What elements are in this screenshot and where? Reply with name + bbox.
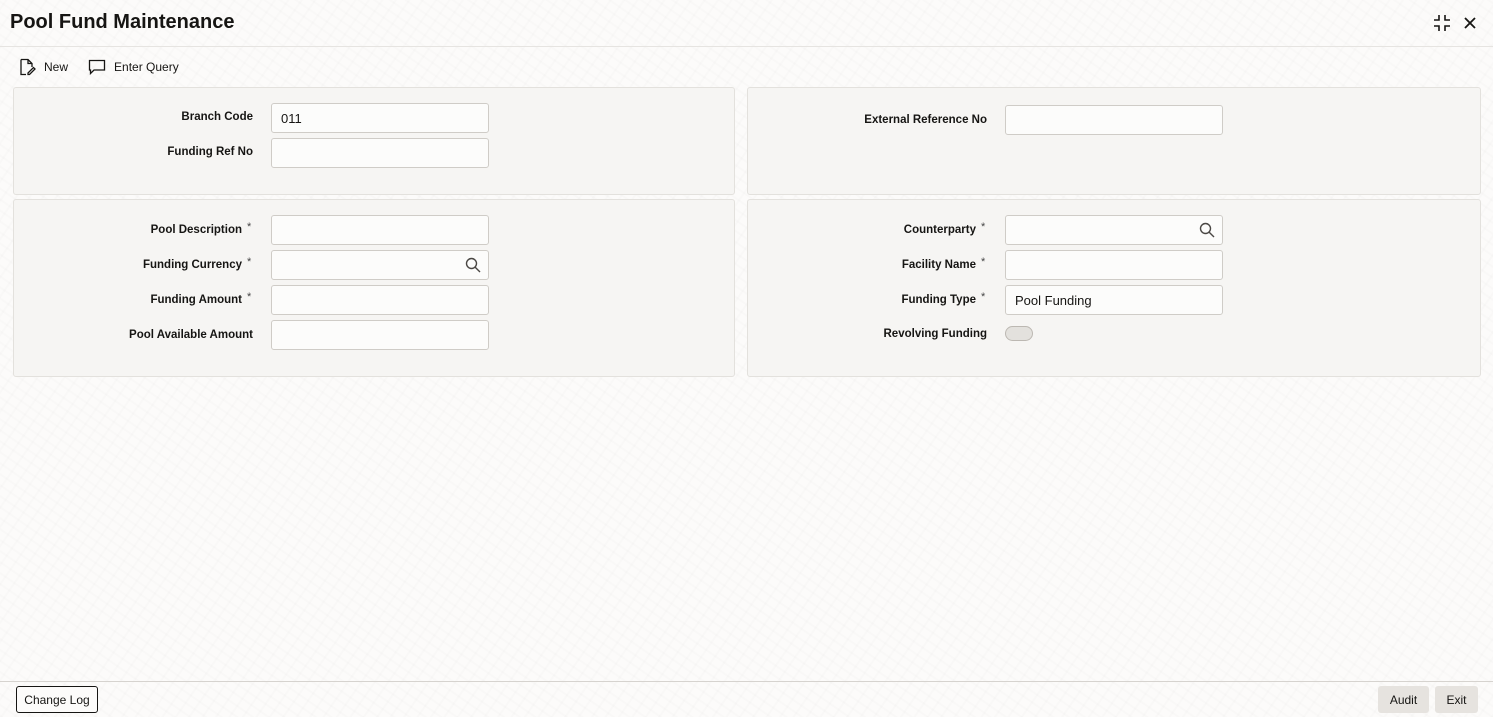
branch-code-field[interactable]: 011 — [271, 103, 489, 133]
details-panel-right: Counterparty * Facility Name * Funding T… — [747, 199, 1481, 377]
enter-query-button[interactable]: Enter Query — [80, 55, 187, 79]
required-marker: * — [247, 291, 252, 303]
footer-bar: Change Log Audit Exit — [0, 681, 1493, 717]
funding-type-label: Funding Type — [901, 294, 976, 306]
new-button-label: New — [44, 60, 69, 74]
counterparty-label: Counterparty — [903, 224, 976, 236]
funding-amount-label: Funding Amount — [150, 294, 242, 306]
funding-currency-label: Funding Currency — [142, 259, 242, 271]
exit-button-label: Exit — [1446, 692, 1467, 707]
required-marker: * — [247, 221, 252, 233]
toolbar: New Enter Query — [10, 55, 187, 79]
funding-type-field[interactable]: Pool Funding — [1005, 285, 1223, 315]
funding-amount-field[interactable] — [271, 285, 489, 315]
required-marker: * — [981, 291, 986, 303]
external-reference-no-label: External Reference No — [864, 114, 987, 126]
details-panel-left: Pool Description * Funding Currency * Fu… — [13, 199, 735, 377]
audit-button[interactable]: Audit — [1378, 686, 1429, 713]
facility-name-field[interactable] — [1005, 250, 1223, 280]
funding-type-value: Pool Funding — [1015, 292, 1092, 308]
close-icon[interactable] — [1459, 12, 1481, 34]
funding-currency-field[interactable] — [271, 250, 489, 280]
funding-ref-no-field[interactable] — [271, 138, 489, 168]
required-marker: * — [247, 256, 252, 268]
revolving-funding-toggle[interactable] — [1005, 326, 1033, 341]
required-marker: * — [981, 221, 986, 233]
new-button[interactable]: New — [10, 55, 76, 79]
header-panel-left: Branch Code 011 Funding Ref No — [13, 87, 735, 195]
header-panel-right: External Reference No — [747, 87, 1481, 195]
audit-button-label: Audit — [1389, 692, 1418, 707]
pool-available-amount-field[interactable] — [271, 320, 489, 350]
enter-query-button-label: Enter Query — [114, 60, 179, 74]
query-bubble-icon — [88, 59, 106, 75]
search-icon[interactable] — [1199, 222, 1215, 238]
change-log-button-label: Change Log — [24, 692, 90, 707]
funding-ref-no-label: Funding Ref No — [167, 146, 253, 158]
search-icon[interactable] — [465, 257, 481, 273]
pool-description-field[interactable] — [271, 215, 489, 245]
external-reference-no-field[interactable] — [1005, 105, 1223, 135]
revolving-funding-label: Revolving Funding — [883, 328, 988, 340]
pool-description-label: Pool Description — [150, 224, 242, 236]
exit-button[interactable]: Exit — [1435, 686, 1478, 713]
branch-code-label: Branch Code — [181, 111, 253, 123]
page-title: Pool Fund Maintenance — [10, 11, 235, 33]
facility-name-label: Facility Name — [901, 259, 976, 271]
counterparty-field[interactable] — [1005, 215, 1223, 245]
new-document-icon — [20, 58, 36, 76]
change-log-button[interactable]: Change Log — [16, 686, 98, 713]
title-bar: Pool Fund Maintenance — [0, 0, 1493, 47]
compress-icon[interactable] — [1431, 12, 1453, 34]
pool-available-amount-label: Pool Available Amount — [129, 329, 253, 341]
branch-code-value: 011 — [281, 110, 302, 126]
required-marker: * — [981, 256, 986, 268]
